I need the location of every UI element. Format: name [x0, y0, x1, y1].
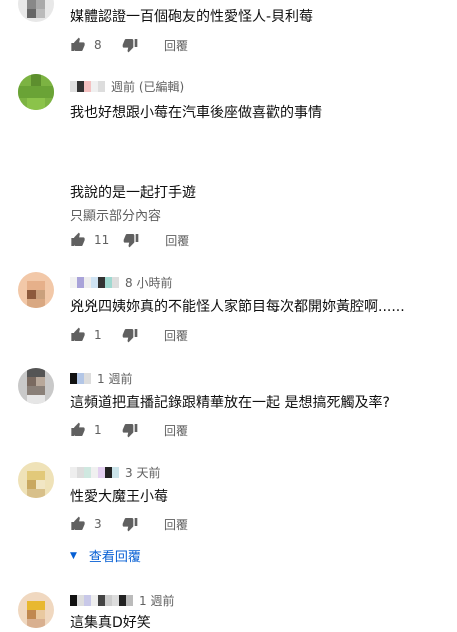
author-name[interactable]	[70, 277, 119, 288]
reply-button[interactable]: 回覆	[164, 422, 188, 439]
thumbs-up-icon[interactable]	[70, 232, 86, 248]
thumbs-down-icon[interactable]	[122, 422, 138, 438]
chevron-down-icon: ▼	[70, 550, 77, 561]
reply-button[interactable]: 回覆	[164, 37, 188, 54]
comment-text: 性愛大魔王小莓	[70, 489, 168, 505]
comment-time[interactable]: 1 週前	[139, 592, 174, 609]
comment-text: 這集真D好笑	[70, 615, 151, 631]
comment-meta: 1 週前	[70, 592, 174, 609]
avatar[interactable]	[18, 74, 54, 110]
author-name[interactable]	[70, 373, 91, 384]
comment-actions: 8 回覆	[70, 37, 188, 53]
thumbs-up-icon[interactable]	[70, 327, 86, 343]
comment-meta: 8 小時前	[70, 274, 172, 291]
comment-text: 媒體認證一百個砲友的性愛怪人-貝利莓	[70, 9, 314, 25]
comment-time[interactable]: 1 週前	[97, 370, 132, 387]
comment-text-continued: 我說的是一起打手遊	[70, 185, 196, 201]
thumbs-up-icon[interactable]	[70, 37, 86, 53]
thumbs-up-icon[interactable]	[70, 422, 86, 438]
author-name[interactable]	[70, 595, 133, 606]
author-name[interactable]	[70, 81, 105, 92]
view-replies-button[interactable]: ▼ 查看回覆	[70, 546, 141, 565]
author-name[interactable]	[70, 467, 119, 478]
reply-button[interactable]: 回覆	[165, 232, 189, 249]
avatar[interactable]	[18, 368, 54, 404]
comment-meta: 週前 (已編輯)	[70, 78, 184, 95]
comment-time[interactable]: 8 小時前	[125, 274, 172, 291]
like-count: 1	[94, 423, 102, 437]
comment-time[interactable]: 3 天前	[125, 464, 160, 481]
comment-time[interactable]: 週前 (已編輯)	[111, 78, 184, 95]
avatar[interactable]	[18, 462, 54, 498]
show-partial-label[interactable]: 只顯示部分內容	[70, 205, 161, 224]
like-count: 3	[94, 517, 102, 531]
avatar[interactable]	[18, 592, 54, 628]
comment-actions: 11 回覆	[70, 232, 189, 248]
reply-button[interactable]: 回覆	[164, 516, 188, 533]
comment-actions: 3 回覆	[70, 516, 188, 532]
thumbs-down-icon[interactable]	[122, 516, 138, 532]
avatar[interactable]	[18, 0, 54, 22]
thumbs-down-icon[interactable]	[122, 37, 138, 53]
reply-button[interactable]: 回覆	[164, 327, 188, 344]
view-replies-label: 查看回覆	[88, 550, 141, 565]
comment-actions: 1 回覆	[70, 327, 188, 343]
comment-meta: 1 週前	[70, 370, 132, 387]
comment-text: 兇兇四姨妳真的不能怪人家節目每次都開妳黃腔啊......	[70, 299, 405, 315]
comment-text: 我也好想跟小莓在汽車後座做喜歡的事情	[70, 105, 322, 121]
avatar[interactable]	[18, 272, 54, 308]
thumbs-down-icon[interactable]	[122, 327, 138, 343]
like-count: 11	[94, 233, 110, 247]
comment-meta: 3 天前	[70, 464, 160, 481]
thumbs-down-icon[interactable]	[123, 232, 139, 248]
comment-text: 這頻道把直播記錄跟精華放在一起 是想搞死觸及率?	[70, 395, 390, 411]
thumbs-up-icon[interactable]	[70, 516, 86, 532]
comment-actions: 1 回覆	[70, 422, 188, 438]
like-count: 1	[94, 328, 102, 342]
like-count: 8	[94, 38, 102, 52]
